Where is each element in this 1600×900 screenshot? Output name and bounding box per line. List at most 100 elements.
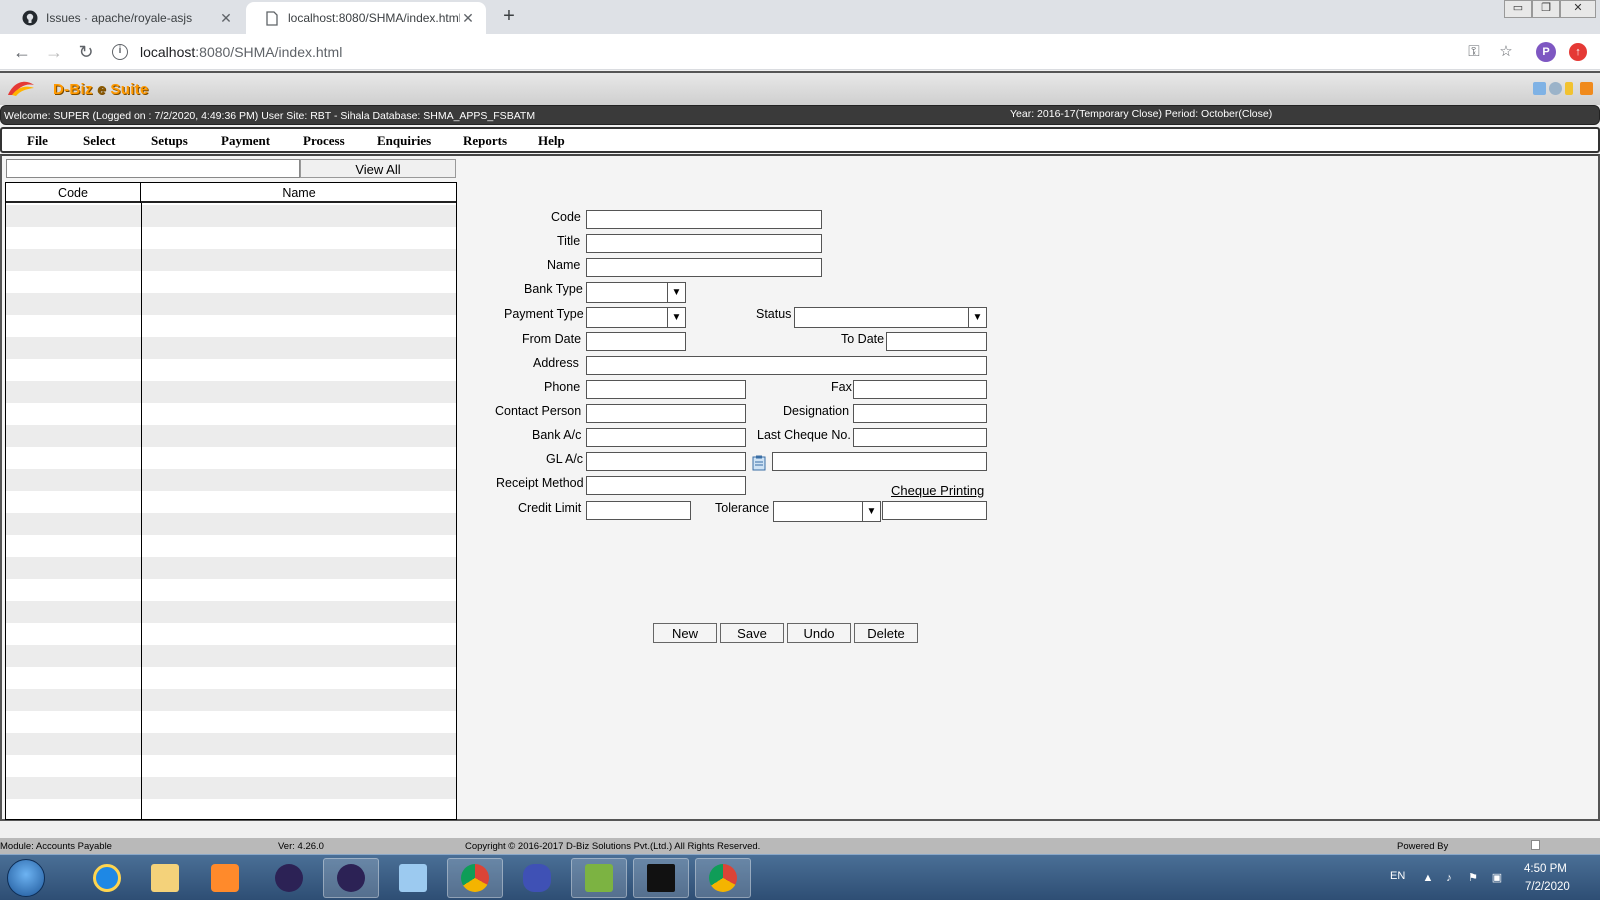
list-row[interactable] bbox=[6, 777, 456, 799]
list-row[interactable] bbox=[6, 293, 456, 315]
column-header-code[interactable]: Code bbox=[6, 183, 141, 203]
menu-help[interactable]: Help bbox=[538, 133, 565, 149]
reload-icon[interactable]: ↻ bbox=[74, 40, 98, 64]
contact-person-input[interactable] bbox=[586, 404, 746, 423]
list-row[interactable] bbox=[6, 381, 456, 403]
list-row[interactable] bbox=[6, 425, 456, 447]
menu-payment[interactable]: Payment bbox=[221, 133, 270, 149]
close-icon[interactable]: ✕ bbox=[218, 10, 234, 27]
lookup-icon[interactable] bbox=[752, 455, 766, 471]
star-icon[interactable]: ☆ bbox=[1496, 42, 1516, 62]
menu-process[interactable]: Process bbox=[303, 133, 345, 149]
chrome-taskbar-icon[interactable] bbox=[447, 858, 503, 898]
home-icon[interactable] bbox=[1533, 82, 1546, 95]
list-row[interactable] bbox=[6, 271, 456, 293]
tolerance-select[interactable]: ▼ bbox=[773, 501, 881, 522]
eclipse-taskbar-icon[interactable] bbox=[261, 858, 317, 898]
address-input[interactable] bbox=[586, 356, 987, 375]
clock-date[interactable]: 7/2/2020 bbox=[1525, 881, 1570, 893]
key-icon[interactable]: ⚿ bbox=[1464, 42, 1484, 62]
close-window-button[interactable]: ✕ bbox=[1560, 0, 1596, 18]
new-button[interactable]: New bbox=[653, 623, 717, 643]
cheque-printing-link[interactable]: Cheque Printing bbox=[891, 483, 984, 498]
chrome-2-taskbar-icon[interactable] bbox=[695, 858, 751, 898]
logout-icon[interactable] bbox=[1580, 82, 1593, 95]
clock-time[interactable]: 4:50 PM bbox=[1524, 863, 1567, 875]
list-row[interactable] bbox=[6, 315, 456, 337]
code-input[interactable] bbox=[586, 210, 822, 229]
list-row[interactable] bbox=[6, 733, 456, 755]
payment-type-select[interactable]: ▼ bbox=[586, 307, 686, 328]
cmd-taskbar-icon[interactable] bbox=[633, 858, 689, 898]
menu-setups[interactable]: Setups bbox=[151, 133, 188, 149]
list-row[interactable] bbox=[6, 447, 456, 469]
list-row[interactable] bbox=[6, 579, 456, 601]
bank-type-select[interactable]: ▼ bbox=[586, 282, 686, 303]
list-row[interactable] bbox=[6, 711, 456, 733]
lock-icon[interactable] bbox=[1565, 82, 1573, 95]
phone-input[interactable] bbox=[586, 380, 746, 399]
delete-button[interactable]: Delete bbox=[854, 623, 918, 643]
list-row[interactable] bbox=[6, 645, 456, 667]
gl-ac-description-input[interactable] bbox=[772, 452, 987, 471]
receipt-method-input[interactable] bbox=[586, 476, 746, 495]
status-select[interactable]: ▼ bbox=[794, 307, 987, 328]
name-input[interactable] bbox=[586, 258, 822, 277]
title-input[interactable] bbox=[586, 234, 822, 253]
eclipse-2-taskbar-icon[interactable] bbox=[323, 858, 379, 898]
back-arrow-icon[interactable]: ← bbox=[10, 40, 34, 64]
tolerance-value-input[interactable] bbox=[882, 501, 987, 520]
list-row[interactable] bbox=[6, 359, 456, 381]
language-indicator[interactable]: EN bbox=[1390, 870, 1405, 882]
list-row[interactable] bbox=[6, 689, 456, 711]
list-row[interactable] bbox=[6, 337, 456, 359]
list-row[interactable] bbox=[6, 623, 456, 645]
infinity-app-taskbar-icon[interactable] bbox=[509, 858, 565, 898]
network-icon[interactable]: ▣ bbox=[1490, 871, 1504, 885]
notepad-taskbar-icon[interactable] bbox=[385, 858, 441, 898]
bank-ac-input[interactable] bbox=[586, 428, 746, 447]
last-cheque-no-input[interactable] bbox=[853, 428, 987, 447]
menu-reports[interactable]: Reports bbox=[463, 133, 507, 149]
list-row[interactable] bbox=[6, 469, 456, 491]
credit-limit-input[interactable] bbox=[586, 501, 691, 520]
start-button[interactable] bbox=[7, 859, 45, 897]
profile-avatar[interactable]: P bbox=[1536, 42, 1556, 62]
editor-taskbar-icon[interactable] bbox=[571, 858, 627, 898]
list-row[interactable] bbox=[6, 755, 456, 777]
list-row[interactable] bbox=[6, 557, 456, 579]
save-button[interactable]: Save bbox=[720, 623, 784, 643]
minimize-button[interactable]: ▭ bbox=[1504, 0, 1532, 18]
list-row[interactable] bbox=[6, 227, 456, 249]
from-date-input[interactable] bbox=[586, 332, 686, 351]
explorer-taskbar-icon[interactable] bbox=[137, 858, 193, 898]
volume-icon[interactable]: ♪ bbox=[1442, 871, 1456, 885]
list-row[interactable] bbox=[6, 667, 456, 689]
menu-file[interactable]: File bbox=[27, 133, 48, 149]
list-row[interactable] bbox=[6, 601, 456, 623]
help-icon[interactable] bbox=[1549, 82, 1562, 95]
update-icon[interactable]: ↑ bbox=[1569, 43, 1587, 61]
gl-ac-input[interactable] bbox=[586, 452, 746, 471]
menu-select[interactable]: Select bbox=[83, 133, 115, 149]
ie-taskbar-icon[interactable] bbox=[79, 858, 135, 898]
new-tab-button[interactable]: + bbox=[498, 6, 520, 28]
list-row[interactable] bbox=[6, 249, 456, 271]
info-icon[interactable]: i bbox=[112, 44, 128, 60]
address-bar[interactable]: i localhost:8080/SHMA/index.html bbox=[112, 38, 1512, 66]
media-player-taskbar-icon[interactable] bbox=[197, 858, 253, 898]
action-center-icon[interactable]: ⚑ bbox=[1466, 871, 1480, 885]
list-row[interactable] bbox=[6, 535, 456, 557]
designation-input[interactable] bbox=[853, 404, 987, 423]
column-header-name[interactable]: Name bbox=[142, 183, 456, 203]
forward-arrow-icon[interactable]: → bbox=[42, 40, 66, 64]
close-icon[interactable]: ✕ bbox=[460, 10, 476, 27]
list-search-input[interactable] bbox=[6, 159, 300, 178]
list-row[interactable] bbox=[6, 513, 456, 535]
list-row[interactable] bbox=[6, 491, 456, 513]
to-date-input[interactable] bbox=[886, 332, 987, 351]
undo-button[interactable]: Undo bbox=[787, 623, 851, 643]
list-row[interactable] bbox=[6, 403, 456, 425]
view-all-button[interactable]: View All bbox=[300, 159, 456, 178]
list-row[interactable] bbox=[6, 205, 456, 227]
